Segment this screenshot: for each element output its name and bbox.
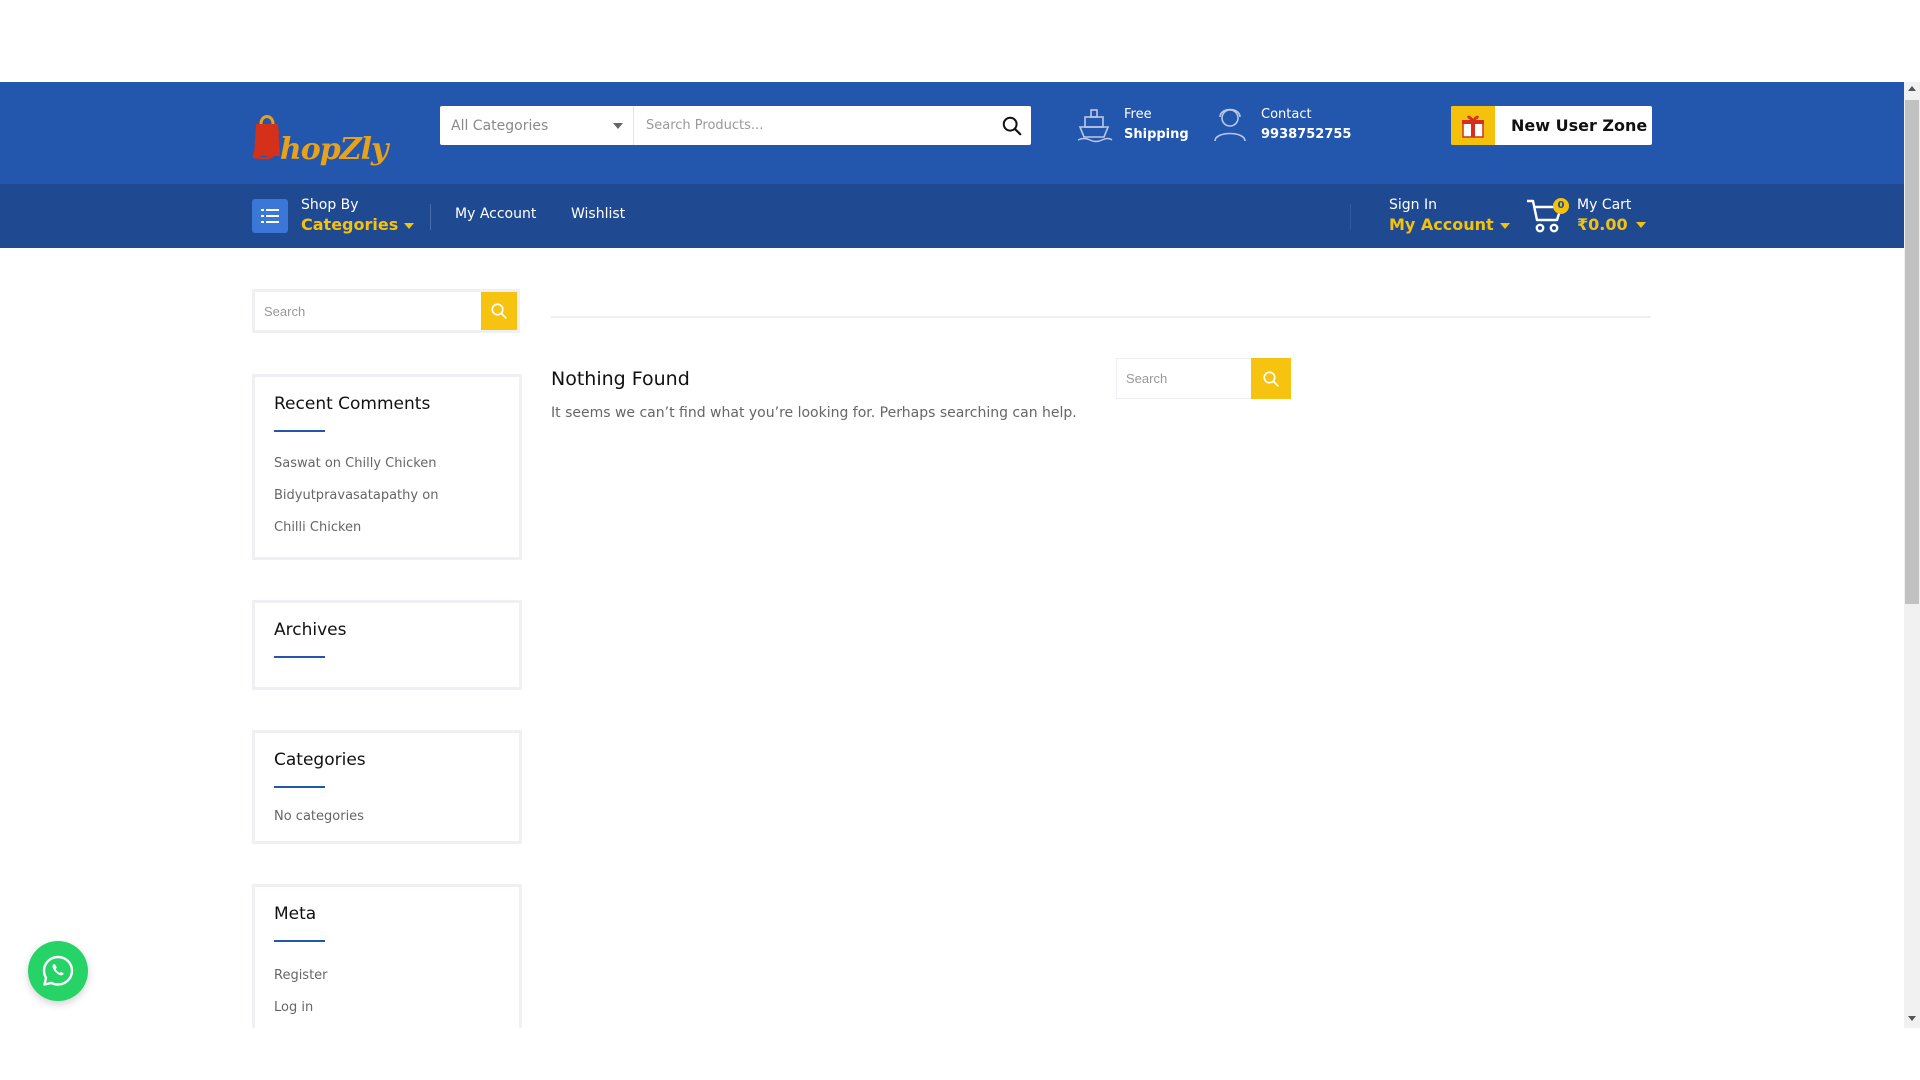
scrollbar-thumb[interactable] [1905,100,1919,604]
scroll-up-arrow-icon[interactable] [1908,86,1916,91]
categories-label: Categories [301,215,399,234]
nav-link-my-account[interactable]: My Account [455,206,536,222]
widget-title: Archives [274,620,347,640]
categories-dropdown[interactable]: Categories [301,215,415,234]
bottom-blank-area [0,1028,1920,1080]
logo-text: ShopZly [252,122,388,169]
widget-underline [274,940,325,942]
sidebar-search-input[interactable] [255,292,481,330]
meta-widget: Meta Register Log in [252,884,522,1034]
chevron-down-icon [404,222,415,229]
ship-icon [1077,109,1113,143]
content-search-button[interactable] [1251,358,1291,399]
shop-by-categories[interactable]: Shop By Categories [301,196,415,234]
content-search [1116,358,1291,399]
widget-underline [274,656,325,658]
chevron-down-icon [613,123,623,129]
cart-label: My Cart [1577,197,1632,213]
comment-item: Bidyutpravasatapathy on [274,488,438,503]
content-search-input[interactable] [1117,359,1251,398]
whatsapp-chat-button[interactable] [28,941,88,1001]
sidebar-search [252,289,520,333]
chevron-down-icon[interactable] [1636,222,1646,228]
sidebar-search-button[interactable] [481,292,517,330]
product-search-input[interactable] [636,106,986,145]
support-agent-icon [1214,108,1246,142]
widget-underline [274,786,325,788]
comment-author: Saswat [274,456,321,471]
contact-phone: 9938752755 [1261,127,1352,142]
shop-by-label: Shop By [301,197,359,213]
widget-title: Meta [274,904,317,924]
categories-menu-button[interactable] [252,199,288,233]
comment-on: on [324,456,342,471]
comment-on: on [422,488,439,503]
whatsapp-icon [42,955,74,986]
cart-count-badge: 0 [1553,198,1569,214]
gift-icon [1451,106,1495,145]
meta-link-register[interactable]: Register [274,968,328,983]
nav-divider [430,204,431,230]
my-account-dropdown[interactable]: My Account [1389,216,1510,234]
shipping-line2: Shipping [1124,127,1189,142]
comment-item: Saswat on Chilly Chicken [274,456,437,471]
product-search-bar: All Categories [440,106,1031,145]
free-shipping-info: Free Shipping [1124,105,1189,145]
widget-title: Categories [274,750,366,770]
cart-amount: ₹0.00 [1577,215,1628,234]
nav-link-wishlist[interactable]: Wishlist [571,206,625,222]
archives-widget: Archives [252,600,522,690]
comment-post-link[interactable]: Chilly Chicken [345,456,436,471]
chevron-down-icon [1499,222,1510,229]
meta-link-log-in[interactable]: Log in [274,1000,313,1015]
search-icon [491,303,507,319]
category-select[interactable]: All Categories [440,106,634,145]
no-categories-text: No categories [274,809,364,824]
new-user-zone-button[interactable]: New User Zone [1451,106,1652,145]
top-blank-area [0,0,1920,82]
search-icon [1263,370,1279,387]
contact-info[interactable]: Contact 9938752755 [1261,105,1351,145]
my-cart[interactable]: My Cart ₹0.00 [1577,196,1631,234]
category-select-label: All Categories [451,117,549,134]
shipping-line1: Free [1124,107,1152,122]
comment-author: Bidyutpravasatapathy [274,488,419,503]
not-found-message: It seems we can’t find what you’re looki… [551,405,1077,421]
shopzly-logo[interactable]: ShopZly [252,104,388,169]
widget-title: Recent Comments [274,394,431,414]
contact-line1: Contact [1261,107,1312,122]
sign-in-label: Sign In [1389,197,1437,213]
search-icon[interactable] [1001,115,1023,137]
scroll-down-arrow-icon[interactable] [1908,1016,1916,1021]
new-user-zone-label: New User Zone [1511,116,1648,135]
categories-widget: Categories No categories [252,730,522,844]
widget-underline [274,430,325,432]
page-title: Nothing Found [551,368,690,390]
content-divider [551,316,1651,318]
list-icon [261,209,279,223]
nav-divider [1350,204,1351,230]
sign-in-menu[interactable]: Sign In My Account [1389,196,1510,234]
comment-post-link[interactable]: Chilli Chicken [274,520,361,535]
my-account-label: My Account [1389,215,1494,234]
recent-comments-widget: Recent Comments Saswat on Chilly Chicken… [252,374,522,560]
